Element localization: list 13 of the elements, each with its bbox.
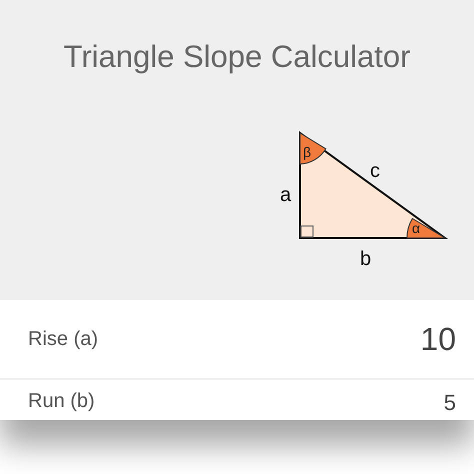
side-c-label: c — [370, 160, 380, 182]
field-value[interactable]: 10 — [420, 315, 456, 363]
field-value[interactable]: 5 — [444, 386, 456, 419]
side-a-label: a — [280, 184, 292, 206]
beta-label: β — [303, 144, 312, 160]
calculator-title: Triangle Slope Calculator — [62, 38, 412, 76]
field-label: Rise (a) — [28, 327, 98, 352]
field-label: Run (b) — [28, 389, 95, 414]
beta-angle-wedge — [300, 132, 326, 164]
alpha-angle-wedge — [406, 218, 446, 238]
side-b-label: b — [360, 248, 372, 270]
alpha-label: α — [412, 220, 420, 236]
right-angle-mark — [300, 226, 314, 238]
